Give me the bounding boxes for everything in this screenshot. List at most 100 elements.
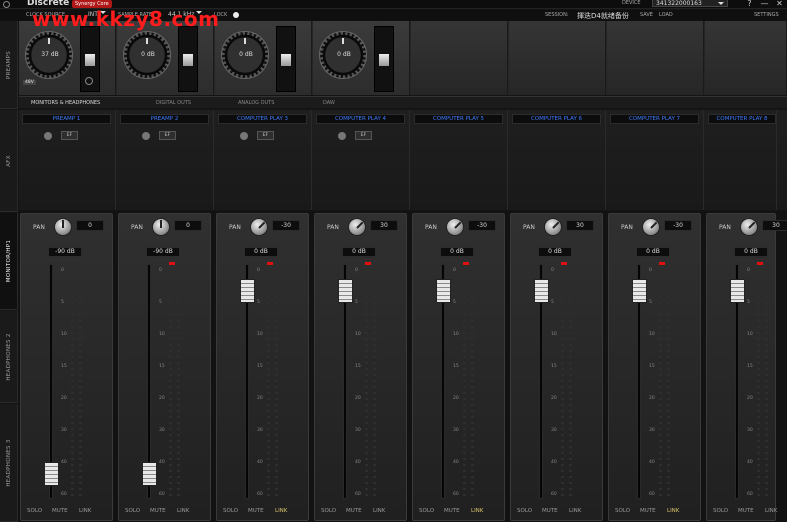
link-button[interactable]: LINK — [275, 508, 287, 514]
gain-value[interactable]: 0 dB — [342, 247, 376, 257]
lock-indicator[interactable] — [233, 12, 239, 18]
channel-name-label[interactable]: COMPUTER PLAY 6 — [512, 114, 601, 124]
load-button[interactable]: LOAD — [659, 12, 673, 18]
fader-handle[interactable] — [44, 462, 59, 487]
pan-knob[interactable] — [348, 218, 366, 236]
pan-knob[interactable] — [446, 218, 464, 236]
pan-value[interactable]: -30 — [272, 220, 300, 231]
link-button[interactable]: LINK — [373, 508, 385, 514]
fader-handle[interactable] — [240, 278, 255, 303]
channel-name-label[interactable]: COMPUTER PLAY 7 — [610, 114, 699, 124]
pan-value[interactable]: 30 — [762, 220, 787, 231]
mute-button[interactable]: MUTE — [52, 508, 68, 514]
link-button[interactable]: LINK — [667, 508, 679, 514]
solo-button[interactable]: SOLO — [713, 508, 728, 514]
tab-headphones-3[interactable]: HEADPHONES 3 — [0, 404, 18, 522]
save-button[interactable]: SAVE — [640, 12, 653, 18]
gain-value[interactable]: 0 dB — [538, 247, 572, 257]
pan-value[interactable]: 0 — [76, 220, 104, 231]
gain-value[interactable]: 0 dB — [244, 247, 278, 257]
tab-analog-outs[interactable]: ANALOG OUTS — [238, 100, 274, 106]
preamp-gain-knob[interactable]: 0 dB — [221, 31, 269, 79]
channel-name-label[interactable]: PREAMP 1 — [22, 114, 111, 124]
preamp-gain-knob[interactable]: 37 dB — [25, 31, 73, 79]
afx-enable-icon[interactable] — [240, 132, 248, 140]
gain-value[interactable]: 0 dB — [734, 247, 768, 257]
solo-button[interactable]: SOLO — [223, 508, 238, 514]
tab-monitor-hp1[interactable]: MONITOR/HP1 — [0, 213, 18, 310]
pan-knob[interactable] — [152, 218, 170, 236]
gain-value[interactable]: -90 dB — [48, 247, 82, 257]
tab-preamps[interactable]: PREAMPS — [0, 21, 18, 109]
mute-button[interactable]: MUTE — [640, 508, 656, 514]
tab-digital-outs[interactable]: DIGITAL OUTS — [156, 100, 191, 106]
link-button[interactable]: LINK — [471, 508, 483, 514]
afx-enable-icon[interactable] — [142, 132, 150, 140]
pan-knob[interactable] — [54, 218, 72, 236]
solo-button[interactable]: SOLO — [27, 508, 42, 514]
scale-tick-label: 40 — [649, 460, 655, 465]
channel-name-label[interactable]: COMPUTER PLAY 4 — [316, 114, 405, 124]
pan-value[interactable]: -30 — [664, 220, 692, 231]
pan-value[interactable]: -30 — [468, 220, 496, 231]
channel-name-label[interactable]: PREAMP 2 — [120, 114, 209, 124]
strip-buttons: SOLO MUTE LINK — [615, 508, 695, 517]
preamp-gain-knob[interactable]: 0 dB — [123, 31, 171, 79]
afx-button[interactable]: EF — [159, 131, 176, 140]
afx-enable-icon[interactable] — [44, 132, 52, 140]
meter-cap — [379, 54, 389, 66]
link-button[interactable]: LINK — [79, 508, 91, 514]
pan-value[interactable]: 30 — [370, 220, 398, 231]
mute-button[interactable]: MUTE — [346, 508, 362, 514]
fader-handle[interactable] — [730, 278, 745, 303]
solo-button[interactable]: SOLO — [419, 508, 434, 514]
mute-button[interactable]: MUTE — [248, 508, 264, 514]
mute-button[interactable]: MUTE — [150, 508, 166, 514]
fader-handle[interactable] — [632, 278, 647, 303]
channel-name-label[interactable]: COMPUTER PLAY 5 — [414, 114, 503, 124]
tab-headphones-2[interactable]: HEADPHONES 2 — [0, 311, 18, 403]
pan-knob[interactable] — [642, 218, 660, 236]
mute-button[interactable]: MUTE — [738, 508, 754, 514]
gain-value[interactable]: 0 dB — [440, 247, 474, 257]
help-button[interactable]: ? — [744, 0, 755, 9]
mute-button[interactable]: MUTE — [444, 508, 460, 514]
gain-value[interactable]: -90 dB — [146, 247, 180, 257]
afx-button[interactable]: EF — [355, 131, 372, 140]
settings-button[interactable]: SETTINGS — [754, 12, 779, 18]
scale-tick-label: 0 — [355, 268, 358, 273]
pan-value[interactable]: 0 — [174, 220, 202, 231]
link-button[interactable]: LINK — [765, 508, 777, 514]
scale-tick-label: 15 — [747, 364, 753, 369]
solo-button[interactable]: SOLO — [517, 508, 532, 514]
device-select[interactable]: 341322000163 — [652, 0, 728, 7]
phantom-power-button[interactable]: 48V — [23, 80, 36, 85]
solo-button[interactable]: SOLO — [125, 508, 140, 514]
afx-button[interactable]: EF — [61, 131, 78, 140]
fader-handle[interactable] — [436, 278, 451, 303]
tab-monitors-headphones[interactable]: MONITORS & HEADPHONES — [31, 100, 100, 106]
mute-button[interactable]: MUTE — [542, 508, 558, 514]
strip-buttons: SOLO MUTE LINK — [517, 508, 597, 517]
fader-handle[interactable] — [142, 462, 157, 487]
afx-button[interactable]: EF — [257, 131, 274, 140]
channel-name-label[interactable]: COMPUTER PLAY 8 — [708, 114, 776, 124]
fader-handle[interactable] — [534, 278, 549, 303]
tab-daw[interactable]: DAW — [323, 100, 335, 106]
solo-button[interactable]: SOLO — [615, 508, 630, 514]
pan-knob[interactable] — [250, 218, 268, 236]
pan-knob[interactable] — [544, 218, 562, 236]
pan-knob[interactable] — [740, 218, 758, 236]
afx-enable-icon[interactable] — [338, 132, 346, 140]
close-button[interactable]: ✕ — [774, 0, 785, 9]
channel-name-label[interactable]: COMPUTER PLAY 3 — [218, 114, 307, 124]
pan-value[interactable]: 30 — [566, 220, 594, 231]
minimize-button[interactable]: — — [759, 0, 770, 9]
preamp-gain-knob[interactable]: 0 dB — [319, 31, 367, 79]
tab-afx[interactable]: AFX — [0, 110, 18, 212]
link-button[interactable]: LINK — [569, 508, 581, 514]
fader-handle[interactable] — [338, 278, 353, 303]
gain-value[interactable]: 0 dB — [636, 247, 670, 257]
link-button[interactable]: LINK — [177, 508, 189, 514]
solo-button[interactable]: SOLO — [321, 508, 336, 514]
